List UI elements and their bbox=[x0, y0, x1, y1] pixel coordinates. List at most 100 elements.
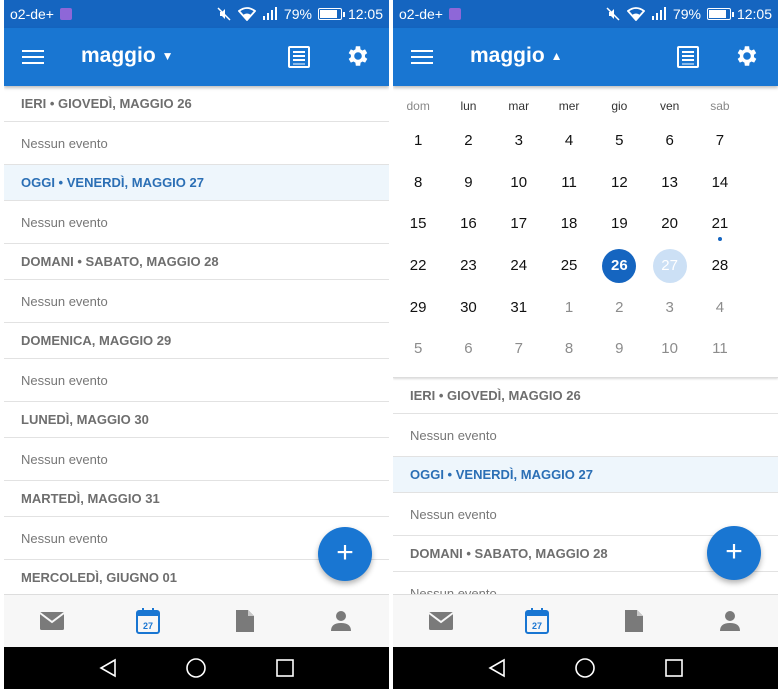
files-icon bbox=[235, 610, 254, 632]
day-cell[interactable]: 6 bbox=[443, 332, 493, 366]
day-cell[interactable]: 13 bbox=[644, 166, 694, 200]
add-event-button[interactable]: + bbox=[707, 526, 761, 580]
settings-gear-icon[interactable] bbox=[345, 43, 371, 69]
day-cell[interactable]: 9 bbox=[594, 332, 644, 366]
day-cell[interactable]: 4 bbox=[544, 124, 594, 158]
tab-mail[interactable] bbox=[32, 601, 72, 641]
weekday-label: lun bbox=[460, 99, 477, 113]
status-bar: o2-de+ 79% 12:05 bbox=[393, 0, 778, 28]
add-event-button[interactable]: + bbox=[318, 527, 372, 581]
day-cell[interactable]: 15 bbox=[393, 207, 443, 241]
day-cell[interactable]: 7 bbox=[494, 332, 544, 366]
day-number: 7 bbox=[514, 340, 523, 358]
tab-calendar[interactable]: 27 bbox=[517, 601, 557, 641]
day-cell[interactable]: 5 bbox=[594, 124, 644, 158]
day-cell[interactable]: 1 bbox=[544, 291, 594, 325]
day-cell[interactable]: 17 bbox=[494, 207, 544, 241]
day-cell[interactable]: 27 bbox=[644, 248, 694, 283]
weekday-label: dom bbox=[406, 99, 430, 113]
tab-files[interactable] bbox=[225, 601, 265, 641]
day-cell[interactable]: 14 bbox=[695, 166, 745, 200]
day-cell[interactable]: 4 bbox=[695, 291, 745, 325]
day-cell[interactable]: 12 bbox=[594, 166, 644, 200]
day-cell[interactable]: 30 bbox=[443, 291, 493, 325]
week-row: 5 6 7 8 9 10 11 bbox=[393, 328, 778, 370]
signal-icon bbox=[651, 7, 666, 20]
day-cell[interactable]: 10 bbox=[644, 332, 694, 366]
day-cell[interactable]: 2 bbox=[594, 291, 644, 325]
agenda-list[interactable]: IERI • GIOVEDÌ, MAGGIO 26 Nessun evento OG… bbox=[4, 86, 389, 594]
day-cell[interactable]: 7 bbox=[695, 124, 745, 158]
day-cell[interactable]: 18 bbox=[544, 207, 594, 241]
nav-back[interactable] bbox=[93, 653, 123, 683]
no-event-item[interactable]: Nessun evento bbox=[4, 438, 389, 481]
carrier-label: o2-de+ bbox=[10, 6, 54, 22]
day-number: 21 bbox=[711, 215, 729, 233]
no-event-item[interactable]: Nessun evento bbox=[4, 201, 389, 244]
day-cell[interactable]: 2 bbox=[443, 124, 493, 158]
day-cell[interactable]: 6 bbox=[644, 124, 694, 158]
day-number: 11 bbox=[712, 340, 728, 358]
day-cell[interactable]: 25 bbox=[544, 249, 594, 283]
day-cell[interactable]: 24 bbox=[494, 249, 544, 283]
settings-gear-icon[interactable] bbox=[734, 43, 760, 69]
day-cell[interactable]: 8 bbox=[393, 166, 443, 200]
day-cell[interactable]: 5 bbox=[393, 332, 443, 366]
battery-percent: 79% bbox=[283, 6, 312, 22]
day-cell[interactable]: 29 bbox=[393, 291, 443, 325]
no-event-item[interactable]: Nessun evento bbox=[4, 280, 389, 323]
day-number: 29 bbox=[409, 298, 427, 316]
hamburger-menu-icon[interactable] bbox=[411, 48, 433, 66]
phone-screen-month: o2-de+ 79% 12:05 maggio ▲ dom lun mar mer gi… bbox=[393, 0, 778, 689]
tab-files[interactable] bbox=[614, 601, 654, 641]
tab-people[interactable] bbox=[710, 601, 750, 641]
day-cell[interactable]: 8 bbox=[544, 332, 594, 366]
day-cell[interactable]: 21 bbox=[695, 207, 745, 242]
day-cell[interactable]: 23 bbox=[443, 249, 493, 283]
day-cell[interactable]: 26 bbox=[594, 248, 644, 283]
nav-back[interactable] bbox=[482, 653, 512, 683]
nav-recents[interactable] bbox=[270, 653, 300, 683]
day-cell[interactable]: 3 bbox=[494, 124, 544, 158]
day-number: 3 bbox=[665, 298, 674, 316]
day-number: 8 bbox=[564, 340, 574, 358]
day-cell[interactable]: 19 bbox=[594, 207, 644, 241]
day-cell[interactable]: 11 bbox=[695, 332, 745, 366]
month-calendar-grid[interactable]: dom lun mar mer gio ven sab 1 2 3 4 5 6 7 8 9 10 11 12 13 1… bbox=[393, 86, 778, 378]
tab-calendar[interactable]: 27 bbox=[128, 601, 168, 641]
day-number: 9 bbox=[615, 340, 624, 358]
day-cell[interactable]: 22 bbox=[393, 249, 443, 283]
chevron-up-icon: ▲ bbox=[550, 49, 563, 63]
wifi-icon bbox=[626, 7, 645, 21]
agenda-view-icon[interactable] bbox=[676, 45, 700, 69]
agenda-view-icon[interactable] bbox=[287, 45, 311, 69]
day-number: 4 bbox=[715, 298, 725, 316]
day-cell[interactable]: 16 bbox=[443, 207, 493, 241]
hamburger-menu-icon[interactable] bbox=[22, 48, 44, 66]
week-row: 15 16 17 18 19 20 21 bbox=[393, 203, 778, 245]
day-cell[interactable]: 1 bbox=[393, 124, 443, 158]
day-header: MARTEDÌ, MAGGIO 31 bbox=[4, 481, 389, 517]
day-cell[interactable]: 20 bbox=[644, 207, 694, 241]
month-dropdown[interactable]: maggio ▼ bbox=[81, 44, 174, 68]
no-event-item[interactable]: Nessun evento bbox=[393, 414, 778, 457]
day-cell[interactable]: 3 bbox=[644, 291, 694, 325]
nav-home[interactable] bbox=[181, 653, 211, 683]
calendar-tab-day: 27 bbox=[143, 621, 153, 631]
files-icon bbox=[624, 610, 643, 632]
day-number: 11 bbox=[561, 173, 577, 191]
tab-people[interactable] bbox=[321, 601, 361, 641]
day-cell[interactable]: 10 bbox=[494, 166, 544, 200]
tab-mail[interactable] bbox=[421, 601, 461, 641]
no-event-item[interactable]: Nessun evento bbox=[4, 122, 389, 165]
mute-icon bbox=[606, 7, 620, 21]
no-event-item[interactable]: Nessun evento bbox=[4, 359, 389, 402]
day-cell[interactable]: 11 bbox=[544, 166, 594, 200]
nav-home[interactable] bbox=[570, 653, 600, 683]
day-cell[interactable]: 9 bbox=[443, 166, 493, 200]
day-cell[interactable]: 31 bbox=[494, 291, 544, 325]
nav-recents[interactable] bbox=[659, 653, 689, 683]
month-dropdown[interactable]: maggio ▲ bbox=[470, 44, 563, 68]
day-cell[interactable]: 28 bbox=[695, 249, 745, 283]
people-icon bbox=[719, 611, 740, 631]
